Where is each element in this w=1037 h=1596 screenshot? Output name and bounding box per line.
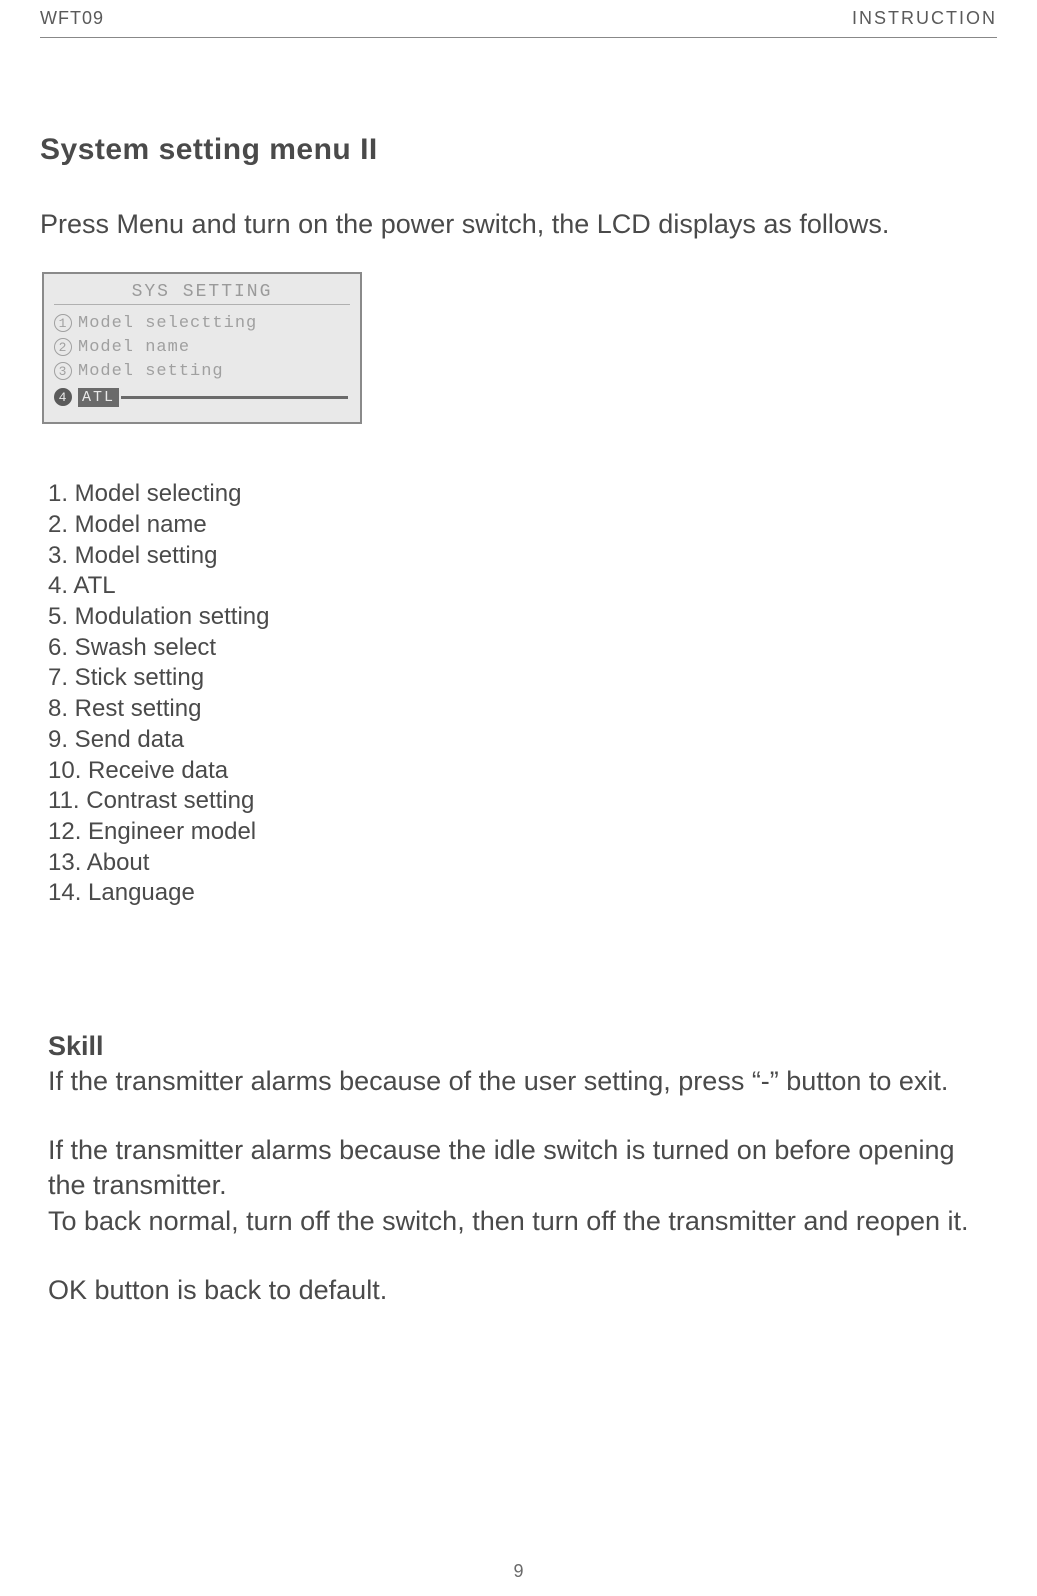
page-container: WFT09 INSTRUCTION System setting menu II… bbox=[0, 0, 1037, 1596]
menu-item: 6. Swash select bbox=[48, 633, 997, 664]
menu-item-list: 1. Model selecting 2. Model name 3. Mode… bbox=[48, 479, 997, 909]
menu-item: 5. Modulation setting bbox=[48, 602, 997, 633]
menu-item: 4. ATL bbox=[48, 571, 997, 602]
menu-item: 3. Model setting bbox=[48, 541, 997, 572]
menu-item: 14. Language bbox=[48, 878, 997, 909]
menu-item: 12. Engineer model bbox=[48, 817, 997, 848]
lcd-selection-bar bbox=[121, 396, 348, 399]
menu-item: 13. About bbox=[48, 848, 997, 879]
lcd-row-selected: 4 ATL bbox=[54, 385, 350, 409]
lcd-row-number-selected: 4 bbox=[54, 388, 72, 406]
page-header: WFT09 INSTRUCTION bbox=[40, 0, 997, 29]
lcd-title-underline bbox=[54, 304, 350, 305]
menu-item: 7. Stick setting bbox=[48, 663, 997, 694]
section-title: System setting menu II bbox=[40, 133, 997, 167]
lcd-row: 2 Model name bbox=[54, 335, 350, 359]
menu-item: 11. Contrast setting bbox=[48, 786, 997, 817]
skill-paragraph: OK button is back to default. bbox=[48, 1273, 997, 1308]
lcd-row-number: 1 bbox=[54, 314, 72, 332]
lcd-row-text: Model name bbox=[78, 338, 190, 357]
menu-item: 2. Model name bbox=[48, 510, 997, 541]
menu-item: 9. Send data bbox=[48, 725, 997, 756]
lcd-row-number: 3 bbox=[54, 362, 72, 380]
menu-item: 10. Receive data bbox=[48, 756, 997, 787]
lcd-title: SYS SETTING bbox=[54, 282, 350, 302]
menu-item: 1. Model selecting bbox=[48, 479, 997, 510]
menu-item: 8. Rest setting bbox=[48, 694, 997, 725]
skill-paragraph: To back normal, turn off the switch, the… bbox=[48, 1204, 997, 1239]
lcd-row-text: Model selectting bbox=[78, 314, 257, 333]
lcd-row-number: 2 bbox=[54, 338, 72, 356]
page-number: 9 bbox=[0, 1561, 1037, 1582]
lcd-row: 1 Model selectting bbox=[54, 311, 350, 335]
intro-text: Press Menu and turn on the power switch,… bbox=[40, 207, 997, 242]
header-model: WFT09 bbox=[40, 8, 104, 29]
content-area: System setting menu II Press Menu and tu… bbox=[40, 38, 997, 1308]
lcd-row-text-selected: ATL bbox=[78, 388, 119, 407]
skill-paragraph: If the transmitter alarms because the id… bbox=[48, 1133, 997, 1203]
header-section: INSTRUCTION bbox=[852, 8, 997, 29]
lcd-screenshot: SYS SETTING 1 Model selectting 2 Model n… bbox=[42, 272, 362, 424]
lcd-row: 3 Model setting bbox=[54, 359, 350, 383]
skill-paragraph: If the transmitter alarms because of the… bbox=[48, 1064, 997, 1099]
skill-heading: Skill bbox=[48, 1029, 997, 1064]
skill-section: Skill If the transmitter alarms because … bbox=[48, 1029, 997, 1308]
lcd-row-text: Model setting bbox=[78, 362, 224, 381]
